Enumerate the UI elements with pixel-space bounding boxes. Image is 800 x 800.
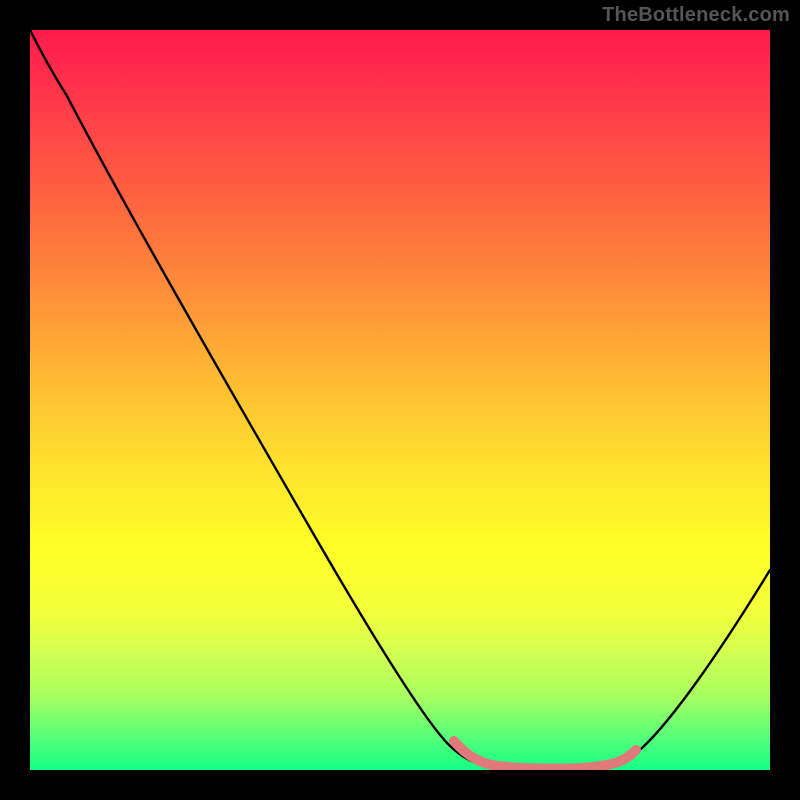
optimal-range-highlight xyxy=(454,741,636,769)
watermark-text: TheBottleneck.com xyxy=(602,4,790,27)
bottleneck-curve xyxy=(30,30,770,769)
chart-stage: TheBottleneck.com xyxy=(0,0,800,800)
curve-layer xyxy=(30,30,770,770)
plot-area xyxy=(30,30,770,770)
